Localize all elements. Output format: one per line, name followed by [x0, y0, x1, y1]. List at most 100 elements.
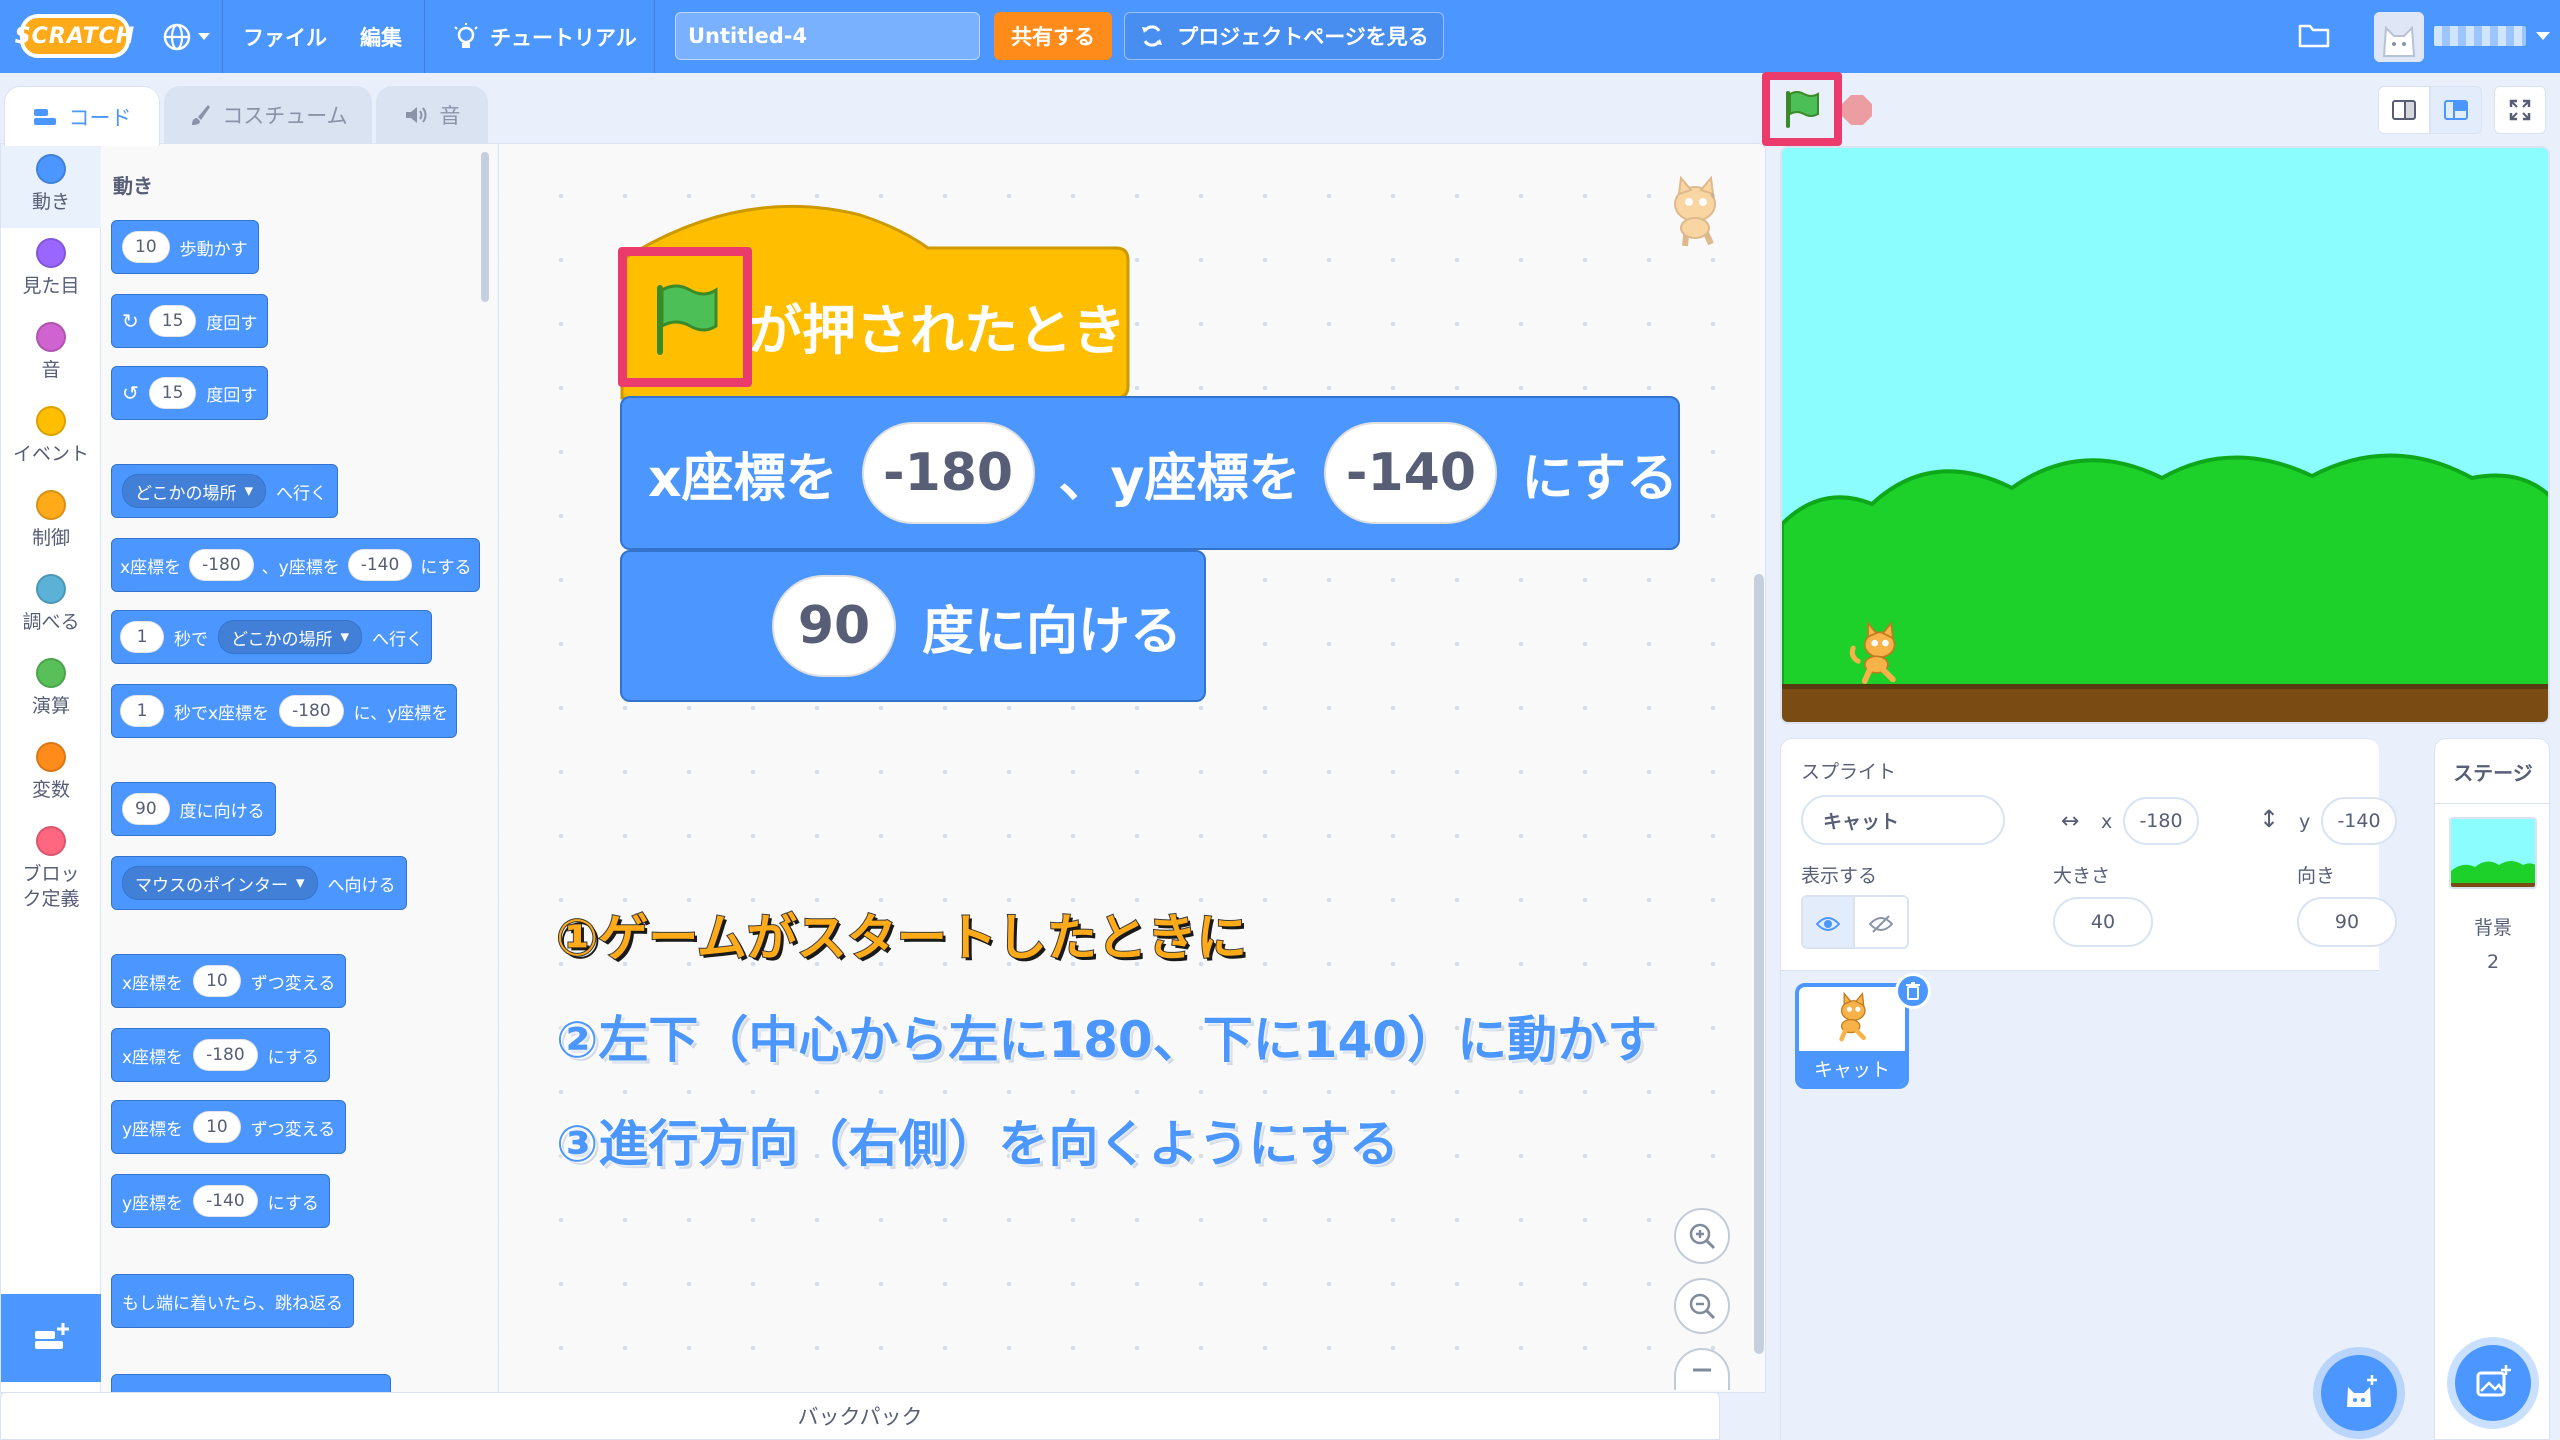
block-input[interactable]: 10	[193, 1111, 241, 1143]
category-dot	[36, 826, 66, 856]
block-change-y[interactable]: y座標を 10 ずつ変える	[111, 1100, 347, 1154]
small-stage-button[interactable]	[2378, 86, 2430, 134]
block-input[interactable]: -180	[193, 1039, 258, 1071]
see-project-page-button[interactable]: プロジェクトページを見る	[1124, 12, 1444, 60]
language-menu[interactable]	[162, 0, 210, 73]
sprite-name-field[interactable]: キャット	[1801, 795, 2005, 845]
tab-costumes[interactable]: コスチューム	[164, 86, 372, 143]
block-dropdown[interactable]: どこかの場所 ▾	[122, 474, 267, 508]
block-input[interactable]: 90	[122, 793, 170, 825]
block-bounce-on-edge[interactable]: もし端に着いたら、跳ね返る	[111, 1274, 354, 1328]
y-label: y	[2299, 811, 2311, 833]
delete-sprite-button[interactable]	[1895, 973, 1931, 1009]
block-input[interactable]: 15	[148, 305, 197, 337]
choose-backdrop-button[interactable]	[2455, 1345, 2531, 1421]
block-input[interactable]: -140	[193, 1185, 258, 1217]
choose-sprite-button[interactable]	[2321, 1355, 2397, 1431]
category-label: 動き	[31, 191, 70, 213]
y-field[interactable]: -140	[2321, 797, 2397, 845]
block-input[interactable]: -180	[279, 695, 344, 727]
category-events[interactable]: イベント	[1, 396, 101, 480]
block-input[interactable]: 10	[193, 965, 241, 997]
category-control[interactable]: 制御	[1, 480, 101, 564]
tab-code[interactable]: コード	[4, 86, 160, 146]
palette-scrollbar[interactable]	[481, 152, 489, 302]
edit-menu[interactable]: 編集	[360, 0, 402, 73]
hide-button[interactable]	[1855, 897, 1907, 947]
green-flag-button[interactable]	[1762, 72, 1842, 146]
block-turn-right[interactable]: ↻ 15 度回す	[111, 294, 269, 348]
annotation-step-2: ②左下（中心から左に180、下に140）に動かす	[555, 1010, 1658, 1070]
stage-canvas[interactable]	[1780, 146, 2550, 724]
point-in-direction-block[interactable]: 90 度に向ける	[620, 550, 1206, 702]
small-stage-icon	[2392, 100, 2416, 120]
block-set-x[interactable]: x座標を -180 にする	[111, 1028, 330, 1082]
block-input[interactable]: 10	[122, 231, 170, 263]
normal-stage-button[interactable]	[2430, 86, 2482, 134]
folder-icon[interactable]	[2298, 22, 2330, 48]
direction-field[interactable]: 90	[2297, 897, 2397, 947]
add-extension-button[interactable]	[1, 1294, 101, 1382]
sprite-card[interactable]: キャット	[1795, 973, 1931, 1089]
cat-avatar-icon	[2374, 12, 2424, 62]
block-input[interactable]: 1	[120, 695, 164, 727]
block-input[interactable]: 1	[120, 621, 164, 653]
stage-target-pane[interactable]: ステージ 背景 2	[2434, 738, 2551, 1440]
share-button[interactable]: 共有する	[994, 12, 1112, 60]
avatar[interactable]	[2374, 12, 2424, 62]
category-dot	[36, 322, 66, 352]
category-looks[interactable]: 見た目	[1, 228, 101, 312]
x-field[interactable]: -180	[2123, 797, 2199, 845]
zoom-out-button[interactable]	[1674, 1278, 1730, 1334]
show-button[interactable]	[1803, 897, 1856, 947]
block-input[interactable]: -180	[189, 549, 254, 581]
scratch-logo[interactable]: SCRATCH	[15, 14, 134, 58]
category-variables[interactable]: 変数	[1, 732, 101, 816]
project-title-input[interactable]: Untitled-4	[675, 12, 980, 60]
add-sprite-icon	[2347, 1375, 2377, 1407]
block-dropdown[interactable]: マウスのポインター ▾	[122, 866, 318, 900]
stage-thumbnail[interactable]	[2449, 817, 2537, 889]
block-point-towards[interactable]: マウスのポインター ▾ へ向ける	[111, 856, 407, 910]
category-sensing[interactable]: 調べる	[1, 564, 101, 648]
block-dropdown[interactable]: どこかの場所 ▾	[218, 620, 363, 654]
size-field[interactable]: 40	[2053, 897, 2153, 947]
block-point-direction[interactable]: 90 度に向ける	[111, 782, 276, 836]
x-input[interactable]: -180	[861, 422, 1035, 524]
workspace-scrollbar[interactable]	[1754, 574, 1764, 1354]
add-backdrop-icon	[2476, 1365, 2511, 1397]
block-goto[interactable]: どこかの場所 ▾ へ行く	[111, 464, 339, 518]
direction-input[interactable]: 90	[772, 575, 896, 677]
y-input[interactable]: -140	[1324, 422, 1498, 524]
category-operators[interactable]: 演算	[1, 648, 101, 732]
category-sound[interactable]: 音	[1, 312, 101, 396]
username-redacted[interactable]	[2434, 26, 2526, 46]
tutorials-menu[interactable]: チュートリアル	[452, 0, 637, 73]
stop-button[interactable]	[1842, 95, 1872, 125]
chevron-down-icon[interactable]	[2536, 32, 2550, 40]
zoom-in-button[interactable]	[1674, 1208, 1730, 1264]
backpack[interactable]: バックパック	[0, 1392, 1720, 1440]
backdrops-label: 背景	[2473, 917, 2512, 939]
category-my-blocks[interactable]: ブロック定義	[1, 816, 101, 920]
block-label: 度回す	[206, 313, 258, 334]
block-input[interactable]: -140	[347, 549, 413, 581]
block-change-x[interactable]: x座標を 10 ずつ変える	[111, 954, 347, 1008]
category-motion[interactable]: 動き	[1, 144, 101, 228]
fullscreen-button[interactable]	[2494, 86, 2546, 134]
go-to-xy-block[interactable]: x座標を -180 、y座標を -140 にする	[620, 396, 1680, 550]
block-goto-xy[interactable]: x座標を -180 、y座標を -140 にする	[111, 538, 481, 592]
block-partial[interactable]	[111, 1374, 391, 1392]
tab-sounds[interactable]: 音	[376, 86, 488, 143]
cat-sprite-icon	[1839, 991, 1866, 1042]
block-label: y座標を	[122, 1193, 184, 1214]
file-menu[interactable]: ファイル	[243, 0, 327, 73]
block-glide-to[interactable]: 1 秒で どこかの場所 ▾ へ行く	[111, 610, 433, 664]
block-set-y[interactable]: y座標を -140 にする	[111, 1174, 330, 1228]
block-move-steps[interactable]: 10 歩動かす	[111, 220, 259, 274]
block-glide-xy[interactable]: 1 秒でx座標を -180 に、y座標を	[111, 684, 458, 738]
block-input[interactable]: 15	[148, 377, 197, 409]
y-arrows-icon: ↕	[2259, 805, 2280, 833]
normal-stage-icon	[2444, 100, 2468, 120]
block-turn-left[interactable]: ↺ 15 度回す	[111, 366, 269, 420]
